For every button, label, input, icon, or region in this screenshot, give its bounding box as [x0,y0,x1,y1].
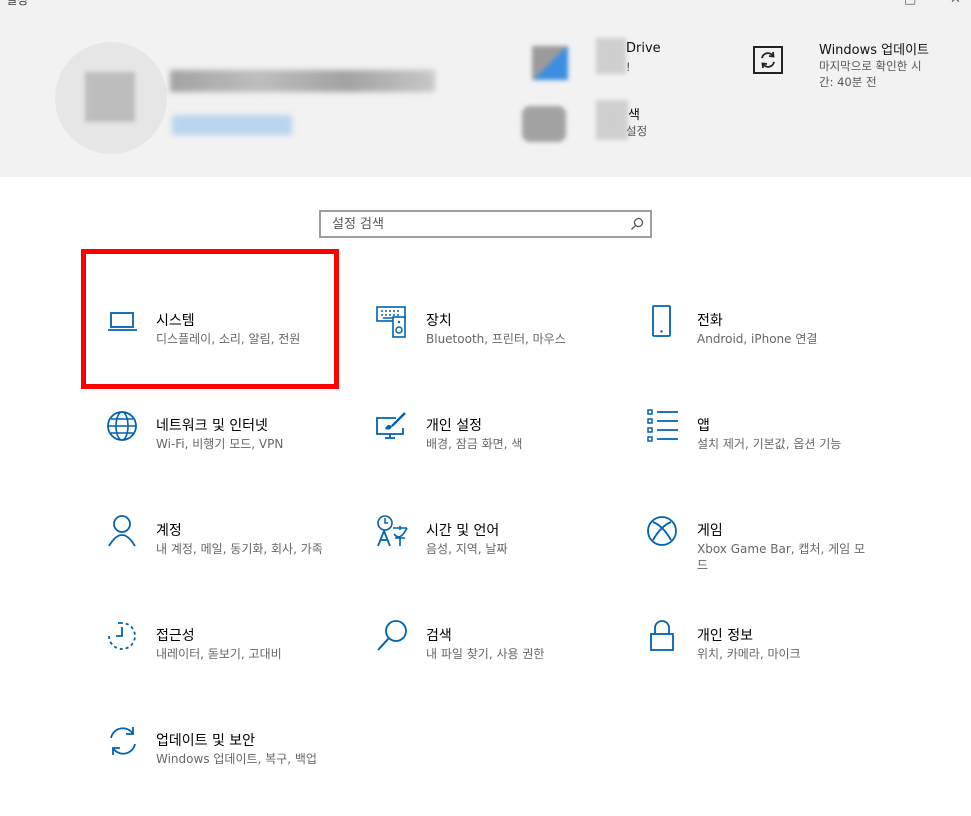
onedrive-sub: ! [626,60,631,74]
phone-icon [647,304,681,338]
title-bar: 설정 □ ✕ [0,0,971,8]
tile-devices[interactable]: 장치 Bluetooth, 프린터, 마우스 [376,304,636,384]
tile-search[interactable]: 검색 내 파일 찾기, 사용 권한 [376,619,636,699]
tile-title: 계정 [156,523,182,539]
avatar[interactable] [55,42,167,154]
search-shortcut-title-blurred [596,100,628,140]
refresh-icon [752,45,784,75]
xbox-icon [647,514,681,548]
tile-desc: Bluetooth, 프린터, 마우스 [426,332,566,346]
tile-accounts[interactable]: 계정 내 계정, 메일, 동기화, 회사, 가족 [106,514,366,594]
tile-apps[interactable]: 앱 설치 제거, 기본값, 옵션 기능 [647,409,907,489]
window-title: 설정 [6,0,29,7]
search-shortcut-title: 색 [628,108,640,123]
tile-gaming[interactable]: 게임 Xbox Game Bar, 캡처, 게임 모드 [647,514,907,594]
tile-desc: Windows 업데이트, 복구, 백업 [156,752,317,766]
windows-update-title: Windows 업데이트 [819,43,930,58]
search-icon[interactable] [630,217,644,231]
tile-title: 검색 [426,628,452,644]
tile-desc: 내 파일 찾기, 사용 권한 [426,647,545,661]
tile-desc: 설치 제거, 기본값, 옵션 기능 [697,437,842,451]
keyboard-speaker-icon [376,304,410,338]
magnifier-icon [376,619,410,653]
sync-icon [106,724,140,758]
maximize-icon[interactable]: □ [904,0,916,7]
windows-update-sub-1: 마지막으로 확인한 시 [819,59,922,73]
windows-update-sub-2: 간: 40분 전 [819,75,877,89]
tile-update-security[interactable]: 업데이트 및 보안 Windows 업데이트, 복구, 백업 [106,724,366,804]
tile-title: 업데이트 및 보안 [156,733,256,749]
account-header: Drive ! 색 설정 Windows 업데이트 마지막으로 확인한 시 간:… [0,0,971,177]
tile-title: 개인 정보 [697,628,753,644]
search-shortcut-icon [522,106,566,142]
tile-title: 개인 설정 [426,418,482,434]
tile-privacy[interactable]: 개인 정보 위치, 카메라, 마이크 [647,619,907,699]
tile-title: 앱 [697,418,710,434]
tile-title: 접근성 [156,628,195,644]
tile-desc: Xbox Game Bar, 캡처, 게임 모드 [697,542,866,572]
search-box[interactable] [319,210,652,238]
onedrive-icon [532,46,568,80]
account-name-blurred [170,70,435,92]
tile-desc: 음성, 지역, 날짜 [426,542,508,556]
accessibility-timer-icon [106,619,140,653]
tile-desc: 내 계정, 메일, 동기화, 회사, 가족 [156,542,323,556]
onedrive-title: Drive [626,41,661,56]
language-icon [376,514,410,548]
search-input[interactable] [321,212,632,236]
tile-desc: 위치, 카메라, 마이크 [697,647,801,661]
tile-title: 게임 [697,523,723,539]
tile-personalization[interactable]: 개인 설정 배경, 잠금 화면, 색 [376,409,636,489]
red-highlight-box [81,249,339,389]
tile-title: 장치 [426,313,452,329]
tile-network[interactable]: 네트워크 및 인터넷 Wi-Fi, 비행기 모드, VPN [106,409,366,489]
tile-phone[interactable]: 전화 Android, iPhone 연결 [647,304,907,384]
tile-time-language[interactable]: 시간 및 언어 음성, 지역, 날짜 [376,514,636,594]
person-icon [106,514,140,548]
paint-screen-icon [376,409,410,443]
tile-title: 네트워크 및 인터넷 [156,418,268,434]
tile-desc: 배경, 잠금 화면, 색 [426,437,523,451]
account-link-blurred[interactable] [172,115,292,135]
tile-title: 시간 및 언어 [426,523,500,539]
onedrive-title-blurred [596,38,626,74]
close-icon[interactable]: ✕ [950,0,961,7]
list-icon [647,409,681,443]
globe-icon [106,409,140,443]
lock-icon [647,619,681,653]
tile-desc: Android, iPhone 연결 [697,332,818,346]
tile-desc: 내레이터, 돋보기, 고대비 [156,647,282,661]
tile-desc: Wi-Fi, 비행기 모드, VPN [156,437,284,451]
search-shortcut-sub: 설정 [626,124,648,138]
tile-accessibility[interactable]: 접근성 내레이터, 돋보기, 고대비 [106,619,366,699]
tile-title: 전화 [697,313,723,329]
